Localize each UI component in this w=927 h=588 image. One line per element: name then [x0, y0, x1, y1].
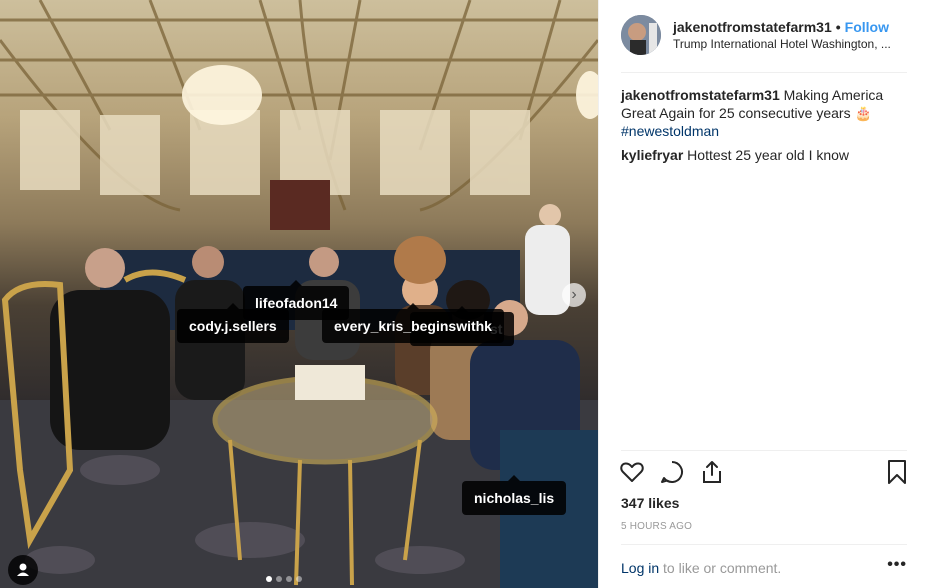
comment-text: Hottest 25 year old I know	[687, 147, 850, 163]
post-header: jakenotfromstatefarm31 • Follow Trump Inte…	[621, 13, 907, 57]
post-timestamp: 5 HOURS AGO	[621, 521, 693, 532]
login-prompt: Log in to like or comment. •••	[621, 556, 907, 576]
login-link[interactable]: Log in	[621, 560, 659, 576]
follow-button[interactable]: Follow	[845, 19, 889, 35]
carousel-dots	[266, 576, 302, 582]
carousel-dot	[296, 576, 302, 582]
header-separator: •	[835, 19, 841, 35]
header-divider	[621, 72, 907, 73]
likes-count[interactable]: 347 likes	[621, 495, 679, 511]
photo-tag-nicholas-lis[interactable]: nicholas_lis	[462, 475, 567, 515]
bookmark-icon[interactable]	[885, 459, 909, 490]
avatar[interactable]	[621, 15, 661, 55]
photo-tag-cody-j-sellers[interactable]: cody.j.sellers	[177, 303, 289, 343]
carousel-dot	[276, 576, 282, 582]
comment-username[interactable]: kyliefryar	[621, 147, 683, 163]
username-link[interactable]: jakenotfromstatefarm31	[673, 19, 832, 35]
header-line: jakenotfromstatefarm31 • Follow	[673, 18, 907, 36]
post-side-panel: jakenotfromstatefarm31 • Follow Trump Inte…	[598, 0, 927, 588]
footer-divider	[621, 544, 907, 545]
carousel-dot	[266, 576, 272, 582]
location-link[interactable]: Trump International Hotel Washington, ..…	[673, 36, 907, 52]
action-bar	[619, 459, 909, 487]
caption-username[interactable]: jakenotfromstatefarm31	[621, 87, 780, 103]
actions-divider	[621, 450, 907, 451]
hashtag-link[interactable]: #newestoldman	[621, 122, 907, 140]
photo-tag-every-kris-beginswithk[interactable]: every_kris_beginswithk	[322, 303, 504, 343]
next-arrow-icon[interactable]: ›	[562, 283, 586, 307]
carousel-dot	[286, 576, 292, 582]
user-tag-icon[interactable]	[8, 555, 38, 585]
instagram-post: lifeofadon14 st cody.j.sellers every_kri…	[0, 0, 927, 588]
comments-section: jakenotfromstatefarm31 Making America Gr…	[621, 86, 907, 170]
comment-icon[interactable]	[659, 459, 685, 490]
post-photo[interactable]: lifeofadon14 st cody.j.sellers every_kri…	[0, 0, 598, 588]
heart-icon[interactable]	[619, 459, 645, 490]
header-text: jakenotfromstatefarm31 • Follow Trump Inte…	[673, 18, 907, 52]
login-suffix: to like or comment.	[663, 560, 782, 576]
caption: jakenotfromstatefarm31 Making America Gr…	[621, 86, 907, 140]
share-icon[interactable]	[699, 459, 725, 490]
comment-item: kyliefryar Hottest 25 year old I know	[621, 146, 907, 164]
more-options-icon[interactable]: •••	[887, 556, 907, 574]
